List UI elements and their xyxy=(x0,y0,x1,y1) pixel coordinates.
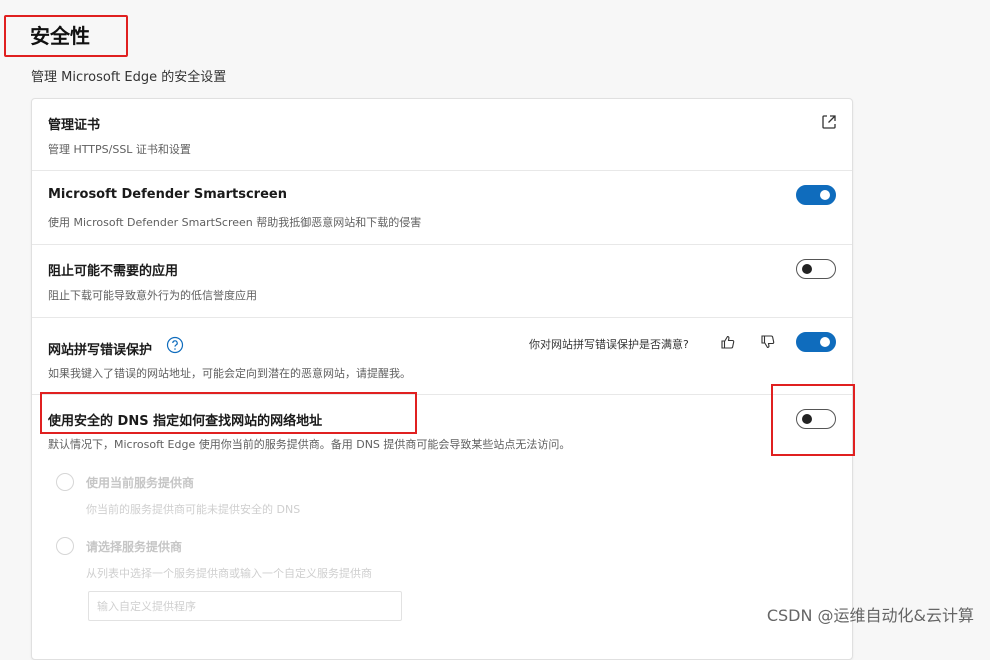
block-pua-desc: 阻止下载可能导致意外行为的低信誉度应用 xyxy=(48,289,257,302)
page-subtitle: 管理 Microsoft Edge 的安全设置 xyxy=(31,70,227,85)
toggle-knob xyxy=(820,337,830,347)
thumbs-up-icon[interactable] xyxy=(720,334,736,350)
help-icon[interactable] xyxy=(166,336,184,354)
typo-protection-title: 网站拼写错误保护 xyxy=(48,343,153,358)
manage-certificates-row[interactable]: 管理证书 管理 HTTPS/SSL 证书和设置 xyxy=(32,99,852,171)
smartscreen-row: Microsoft Defender Smartscreen 使用 Micros… xyxy=(32,171,852,245)
toggle-knob xyxy=(802,264,812,274)
toggle-knob xyxy=(820,190,830,200)
manage-certificates-desc: 管理 HTTPS/SSL 证书和设置 xyxy=(48,143,191,156)
current-provider-desc: 你当前的服务提供商可能未提供安全的 DNS xyxy=(86,503,301,516)
watermark: CSDN @运维自动化&云计算 xyxy=(766,606,974,625)
choose-provider-label: 请选择服务提供商 xyxy=(86,540,183,554)
dns-toggle-highlight-box xyxy=(771,384,855,456)
manage-certificates-title: 管理证书 xyxy=(48,118,101,133)
choose-provider-desc: 从列表中选择一个服务提供商或输入一个自定义服务提供商 xyxy=(86,567,372,580)
external-link-icon[interactable] xyxy=(820,113,838,131)
custom-provider-input[interactable] xyxy=(88,591,402,621)
thumbs-down-icon[interactable] xyxy=(760,334,776,350)
block-pua-row: 阻止可能不需要的应用 阻止下载可能导致意外行为的低信誉度应用 xyxy=(32,245,852,318)
typo-protection-toggle[interactable] xyxy=(796,332,836,352)
smartscreen-title: Microsoft Defender Smartscreen xyxy=(48,187,287,202)
block-pua-title: 阻止可能不需要的应用 xyxy=(48,264,179,279)
block-pua-toggle[interactable] xyxy=(796,259,836,279)
smartscreen-desc: 使用 Microsoft Defender SmartScreen 帮助我抵御恶… xyxy=(48,216,422,229)
typo-protection-desc: 如果我键入了错误的网站地址，可能会定向到潜在的恶意网站，请提醒我。 xyxy=(48,367,411,380)
feedback-question: 你对网站拼写错误保护是否满意? xyxy=(529,338,689,351)
title-highlight-box xyxy=(4,15,128,57)
typo-protection-row: 网站拼写错误保护 如果我键入了错误的网站地址，可能会定向到潜在的恶意网站，请提醒… xyxy=(32,318,852,395)
dns-title-highlight-box xyxy=(40,392,417,434)
current-provider-label: 使用当前服务提供商 xyxy=(86,476,195,490)
security-settings-card: 管理证书 管理 HTTPS/SSL 证书和设置 Microsoft Defend… xyxy=(31,98,853,660)
radio-choose-provider[interactable] xyxy=(56,537,74,555)
smartscreen-toggle[interactable] xyxy=(796,185,836,205)
radio-current-provider[interactable] xyxy=(56,473,74,491)
secure-dns-desc: 默认情况下，Microsoft Edge 使用你当前的服务提供商。备用 DNS … xyxy=(48,438,571,451)
